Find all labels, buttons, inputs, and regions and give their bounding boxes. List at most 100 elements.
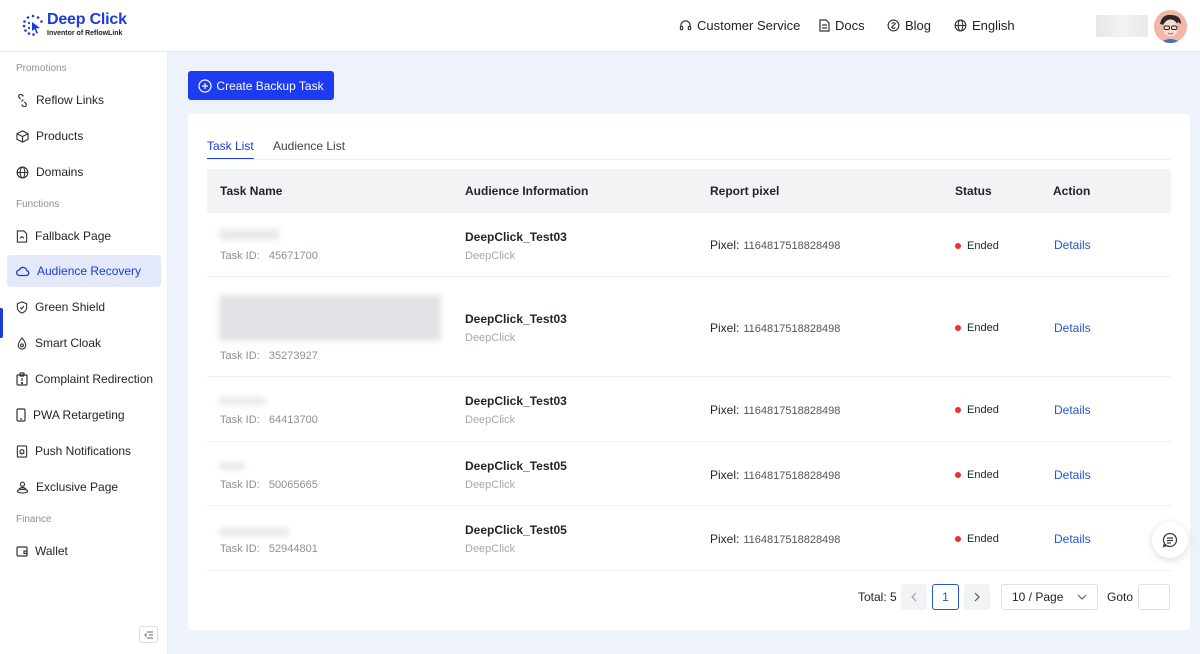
status-badge: Ended xyxy=(955,240,999,252)
wallet-icon xyxy=(16,546,28,557)
page-button-1[interactable]: 1 xyxy=(932,584,959,610)
sidebar-item-audience-recovery[interactable]: Audience Recovery xyxy=(7,255,161,287)
sidebar-item-label: Exclusive Page xyxy=(36,480,119,494)
status-dot xyxy=(955,472,961,478)
sidebar-item-label: Smart Cloak xyxy=(35,336,102,350)
sidebar-item-reflow-links[interactable]: Reflow Links xyxy=(7,84,161,116)
details-link[interactable]: Details xyxy=(1054,238,1091,252)
active-indicator xyxy=(0,308,3,338)
phone-icon xyxy=(16,408,26,422)
link-icon xyxy=(18,93,27,107)
column-header-audience: Audience Information xyxy=(465,184,589,198)
sidebar: Promotions Reflow Links Products Domains… xyxy=(0,52,168,654)
sidebar-item-pwa-retargeting[interactable]: PWA Retargeting xyxy=(7,399,161,431)
sidebar-item-green-shield[interactable]: Green Shield xyxy=(7,291,161,323)
audience-source: DeepClick xyxy=(465,332,516,344)
task-id: Task ID: 50065665 xyxy=(220,479,318,491)
nav-customer-service[interactable]: Customer Service xyxy=(679,18,800,33)
table-row: Task ID: 50065665 DeepClick_Test05 DeepC… xyxy=(207,442,1171,506)
complaint-icon xyxy=(16,372,28,386)
nav-blog-label: Blog xyxy=(905,18,932,33)
task-name-redacted xyxy=(219,229,279,240)
globe-icon xyxy=(954,19,967,32)
details-link[interactable]: Details xyxy=(1054,468,1091,482)
report-pixel: Pixel: 1164817518828498 xyxy=(710,321,841,335)
column-header-action: Action xyxy=(1053,184,1091,198)
table-row: Task ID: 45671700 DeepClick_Test03 DeepC… xyxy=(207,213,1171,277)
pagination-total: Total: 5 xyxy=(858,590,897,604)
task-name-redacted xyxy=(219,528,289,536)
floating-chat-button[interactable] xyxy=(1152,522,1188,558)
nav-language[interactable]: English xyxy=(954,18,1015,33)
task-name-redacted xyxy=(219,462,245,470)
task-id: Task ID: 45671700 xyxy=(220,250,318,262)
create-backup-task-button[interactable]: Create Backup Task xyxy=(188,71,334,100)
section-title-promotions: Promotions xyxy=(16,63,67,74)
plus-circle-icon xyxy=(198,78,213,93)
create-backup-task-label: Create Backup Task xyxy=(216,78,324,93)
status-dot xyxy=(955,325,961,331)
task-id: Task ID: 35273927 xyxy=(220,350,318,362)
username-redacted xyxy=(1096,15,1148,37)
sidebar-item-domains[interactable]: Domains xyxy=(7,156,161,188)
sidebar-item-fallback-page[interactable]: Fallback Page xyxy=(7,220,161,252)
tab-audience-list[interactable]: Audience List xyxy=(273,139,345,158)
nav-docs-label: Docs xyxy=(835,18,865,33)
details-link[interactable]: Details xyxy=(1054,321,1091,335)
audience-source: DeepClick xyxy=(465,250,516,262)
sidebar-item-push-notifications[interactable]: Push Notifications xyxy=(7,435,161,467)
report-pixel: Pixel: 1164817518828498 xyxy=(710,238,841,252)
document-icon xyxy=(819,19,830,32)
section-title-functions: Functions xyxy=(16,199,60,210)
task-name-redacted xyxy=(219,397,265,405)
chevron-down-icon xyxy=(1077,594,1087,600)
sidebar-item-label: Fallback Page xyxy=(35,229,112,243)
top-header: Deep Click Inventor of ReflowLink Custom… xyxy=(0,0,1200,52)
sidebar-item-label: PWA Retargeting xyxy=(33,408,125,422)
page-size-select[interactable]: 10 / Page xyxy=(1001,584,1098,610)
sidebar-item-label: Reflow Links xyxy=(36,93,105,107)
deepclick-logo-icon xyxy=(22,14,44,36)
nav-docs[interactable]: Docs xyxy=(819,18,865,33)
sidebar-item-exclusive-page[interactable]: Exclusive Page xyxy=(7,471,161,503)
sidebar-item-products[interactable]: Products xyxy=(7,120,161,152)
audience-name: DeepClick_Test03 xyxy=(465,312,567,326)
brand-title: Deep Click xyxy=(47,11,127,28)
table-row: Task ID: 64413700 DeepClick_Test03 DeepC… xyxy=(207,377,1171,442)
audience-name: DeepClick_Test05 xyxy=(465,523,567,537)
status-dot xyxy=(955,407,961,413)
sidebar-item-smart-cloak[interactable]: Smart Cloak xyxy=(7,327,161,359)
status-badge: Ended xyxy=(955,469,999,481)
sidebar-item-wallet[interactable]: Wallet xyxy=(7,535,161,567)
details-link[interactable]: Details xyxy=(1054,403,1091,417)
sidebar-item-complaint-redirection[interactable]: Complaint Redirection xyxy=(7,363,161,395)
brand-logo[interactable]: Deep Click Inventor of ReflowLink xyxy=(22,12,127,37)
prev-page-button[interactable] xyxy=(901,584,927,610)
tab-task-list[interactable]: Task List xyxy=(207,139,254,160)
cloud-icon xyxy=(16,266,30,277)
brand-subtitle: Inventor of ReflowLink xyxy=(47,30,123,37)
collapse-icon xyxy=(143,631,153,638)
report-pixel: Pixel: 1164817518828498 xyxy=(710,403,841,417)
sidebar-item-label: Audience Recovery xyxy=(37,264,142,278)
shield-icon xyxy=(16,300,28,314)
next-page-button[interactable] xyxy=(964,584,990,610)
goto-page-input[interactable] xyxy=(1138,584,1170,610)
sidebar-item-label: Products xyxy=(36,129,84,143)
audience-source: DeepClick xyxy=(465,543,516,555)
sidebar-item-label: Green Shield xyxy=(35,300,106,314)
status-badge: Ended xyxy=(955,533,999,545)
chevron-right-icon xyxy=(974,592,980,602)
chevron-left-icon xyxy=(911,592,917,602)
report-pixel: Pixel: 1164817518828498 xyxy=(710,468,841,482)
goto-label: Goto xyxy=(1107,590,1134,604)
status-dot xyxy=(955,536,961,542)
page-size-value: 10 / Page xyxy=(1012,590,1064,604)
details-link[interactable]: Details xyxy=(1054,532,1091,546)
collapse-sidebar-button[interactable] xyxy=(139,626,158,643)
table-row: Task ID: 35273927 DeepClick_Test03 DeepC… xyxy=(207,277,1171,377)
report-pixel: Pixel: 1164817518828498 xyxy=(710,532,841,546)
avatar[interactable] xyxy=(1154,10,1187,43)
column-header-status: Status xyxy=(955,184,992,198)
nav-blog[interactable]: Blog xyxy=(887,18,931,33)
